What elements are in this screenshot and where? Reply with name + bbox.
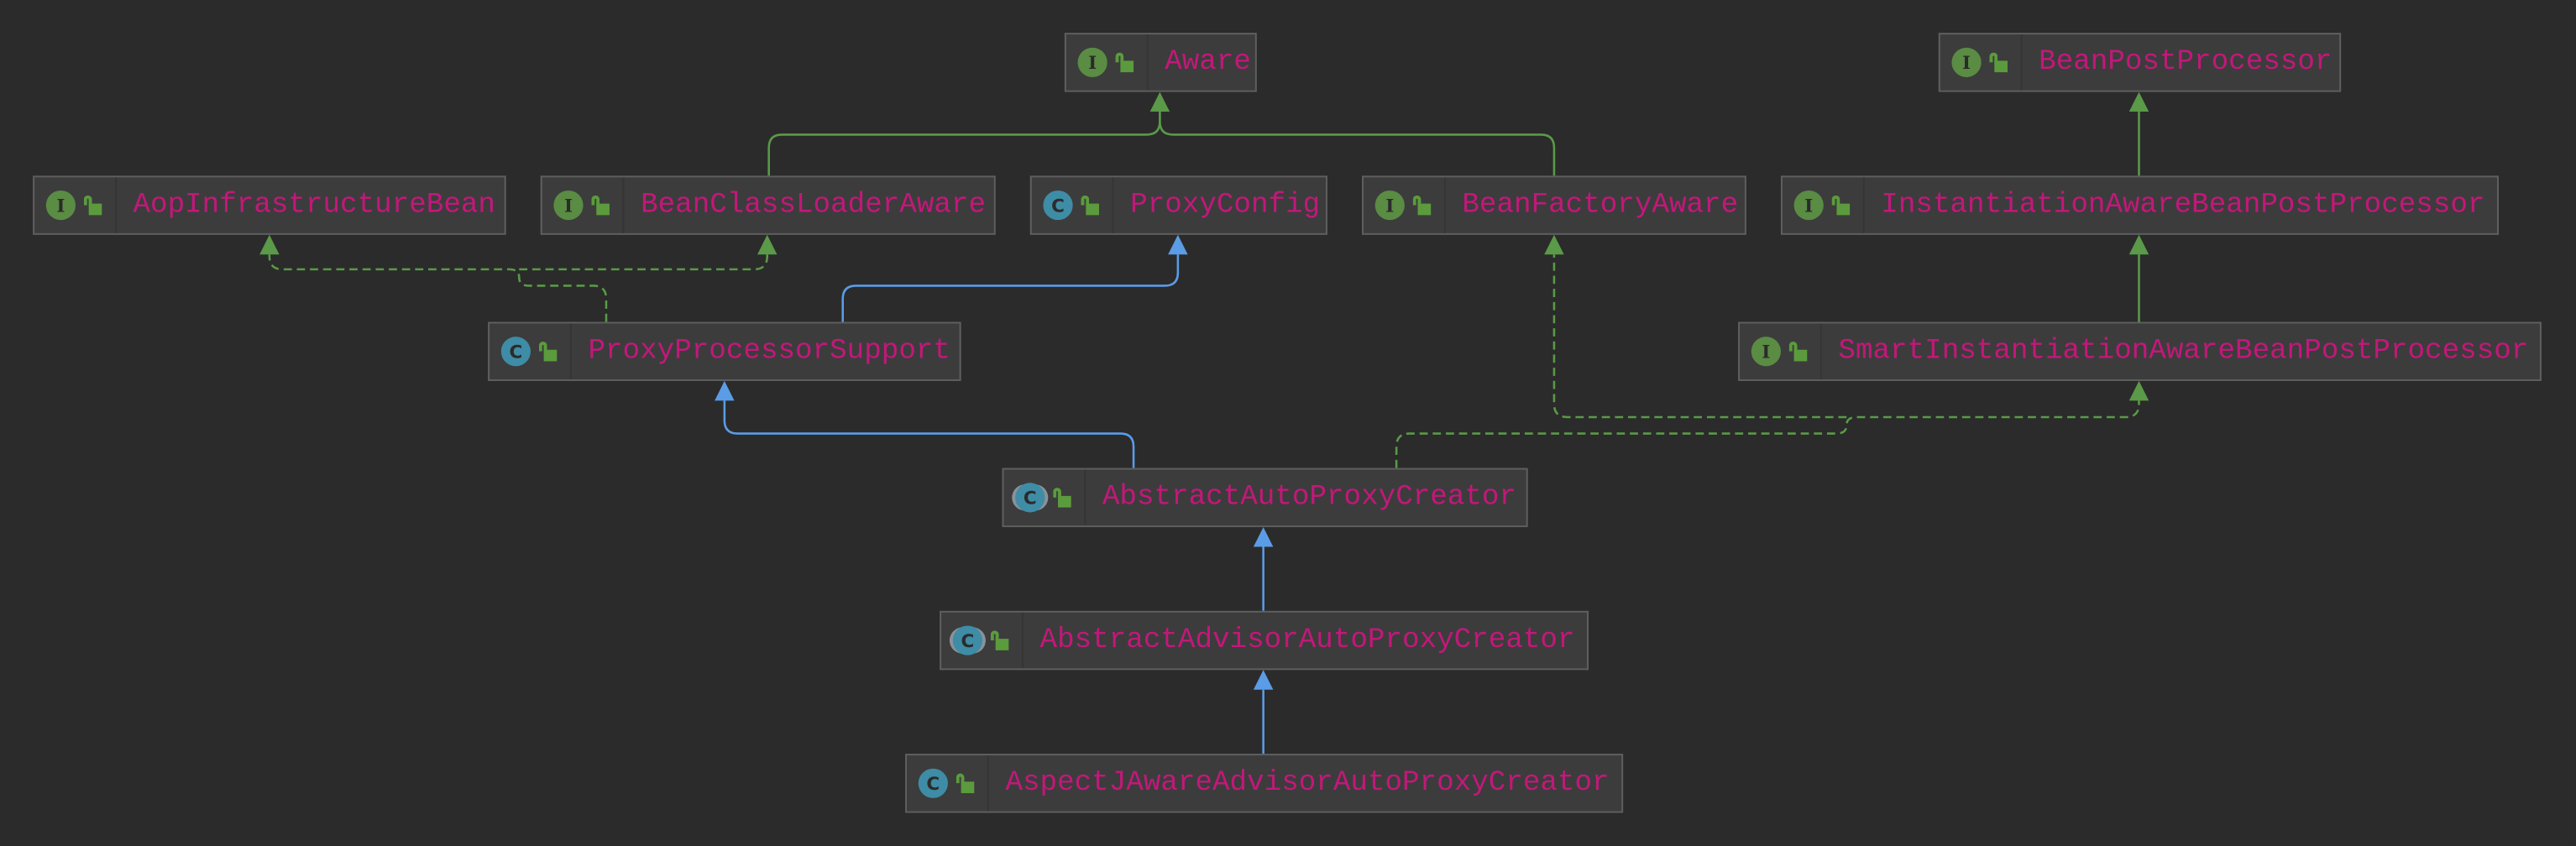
node-icons: I <box>1940 34 2023 91</box>
arrowhead-proxyprocessorsupport <box>715 380 735 401</box>
public-lock-icon <box>538 341 558 362</box>
arrowhead-instantiationaware <box>2128 234 2149 255</box>
node-icons: C <box>490 323 572 379</box>
node-bean-post-processor[interactable]: I BeanPostProcessor <box>1938 33 2342 92</box>
class-icon: C <box>500 337 531 367</box>
public-lock-icon <box>1081 195 1099 216</box>
node-label: AspectJAwareAdvisorAutoProxyCreator <box>1005 766 1610 800</box>
arrowhead-abstractadvisorautoproxycreator <box>1253 670 1274 690</box>
public-lock-icon <box>956 773 975 794</box>
edge-abstractautoproxycreator-proxyprocessorsupport <box>723 400 1135 468</box>
public-lock-icon <box>83 195 102 216</box>
node-label: BeanFactoryAware <box>1462 189 1739 222</box>
node-label: ProxyConfig <box>1130 189 1321 222</box>
public-lock-icon <box>1831 195 1851 216</box>
abstract-icon: C <box>1015 483 1045 513</box>
node-icons: C <box>1032 177 1114 233</box>
edge-abstractautoproxycreator-smartinstantiation <box>1395 400 2140 468</box>
public-lock-icon <box>1115 52 1134 73</box>
node-instantiation-aware-bean-post-processor[interactable]: I InstantiationAwareBeanPostProcessor <box>1780 175 2499 235</box>
edge-proxyprocessorsupport-proxyconfig <box>841 254 1180 322</box>
edge-proxyprocessorsupport-beanclassloaderaware <box>519 254 769 271</box>
node-label: AbstractAutoProxyCreator <box>1102 481 1517 514</box>
node-bean-factory-aware[interactable]: I BeanFactoryAware <box>1362 175 1746 235</box>
interface-icon: I <box>1374 190 1405 221</box>
node-icons: C <box>1003 469 1086 526</box>
node-bean-class-loader-aware[interactable]: I BeanClassLoaderAware <box>540 175 996 235</box>
node-label: InstantiationAwareBeanPostProcessor <box>1881 189 2485 222</box>
node-icons: I <box>1783 177 1865 233</box>
node-icons: I <box>1364 177 1446 233</box>
arrowhead-aware <box>1149 91 1170 112</box>
edge-beanfactoryaware-aware <box>1159 112 1556 176</box>
node-label: ProxyProcessorSupport <box>588 335 950 368</box>
arrowhead-beanfactoryaware <box>1544 234 1564 255</box>
node-icons: C <box>941 612 1024 669</box>
interface-icon: I <box>45 190 76 221</box>
node-label: BeanClassLoaderAware <box>641 189 987 222</box>
interface-icon: I <box>1793 190 1824 221</box>
edge-beanclassloaderaware-aware <box>767 112 1161 176</box>
node-icons: I <box>542 177 625 233</box>
node-label: Aware <box>1165 45 1251 79</box>
edges-layer <box>259 91 2149 755</box>
arrowhead-abstractautoproxycreator <box>1253 527 1274 547</box>
public-lock-icon <box>990 630 1009 650</box>
node-label: BeanPostProcessor <box>2039 45 2333 79</box>
node-aware[interactable]: I Aware <box>1064 33 1257 92</box>
node-aop-infrastructure-bean[interactable]: I AopInfrastructureBean <box>33 175 506 235</box>
node-icons: I <box>1740 323 1822 379</box>
public-lock-icon <box>1412 195 1432 216</box>
node-icons: I <box>1066 34 1149 91</box>
public-lock-icon <box>1788 341 1808 362</box>
node-label: AopInfrastructureBean <box>133 189 496 222</box>
class-icon: C <box>1043 190 1073 221</box>
arrowhead-beanpostprocessor <box>2128 91 2149 112</box>
abstract-icon: C <box>952 625 983 655</box>
arrowhead-smartinstantiation <box>2128 380 2149 401</box>
interface-icon: I <box>1077 47 1107 77</box>
node-abstract-advisor-auto-proxy-creator[interactable]: C AbstractAdvisorAutoProxyCreator <box>940 610 1589 671</box>
node-abstract-auto-proxy-creator[interactable]: C AbstractAutoProxyCreator <box>1002 467 1528 528</box>
arrowhead-beanclassloaderaware <box>757 234 778 255</box>
node-proxy-processor-support[interactable]: C ProxyProcessorSupport <box>488 321 961 381</box>
node-icons: C <box>907 755 989 812</box>
public-lock-icon <box>1053 488 1071 508</box>
uml-diagram-canvas: I Aware I BeanPostProcessor I AopInfrastructu… <box>0 0 2576 846</box>
node-label: SmartInstantiationAwareBeanPostProcessor <box>1838 335 2529 368</box>
interface-icon: I <box>1951 47 1982 77</box>
arrowhead-aopinfrastructurebean <box>259 234 280 255</box>
node-proxy-config[interactable]: C ProxyConfig <box>1029 175 1327 235</box>
node-icons: I <box>34 177 117 233</box>
interface-icon: I <box>553 190 584 221</box>
class-icon: C <box>918 768 948 798</box>
node-smart-instantiation-aware-bean-post-processor[interactable]: I SmartInstantiationAwareBeanPostProcesso… <box>1738 321 2542 381</box>
public-lock-icon <box>591 195 610 216</box>
interface-icon: I <box>1751 337 1781 367</box>
node-label: AbstractAdvisorAutoProxyCreator <box>1039 624 1575 657</box>
arrowhead-proxyconfig <box>1168 234 1188 255</box>
edge-proxyprocessorsupport-aopinfrastructurebean <box>268 254 608 322</box>
public-lock-icon <box>1989 52 2008 73</box>
node-aspect-jaware-advisor-auto-proxy-creator[interactable]: C AspectJAwareAdvisorAutoProxyCreator <box>905 754 1624 813</box>
